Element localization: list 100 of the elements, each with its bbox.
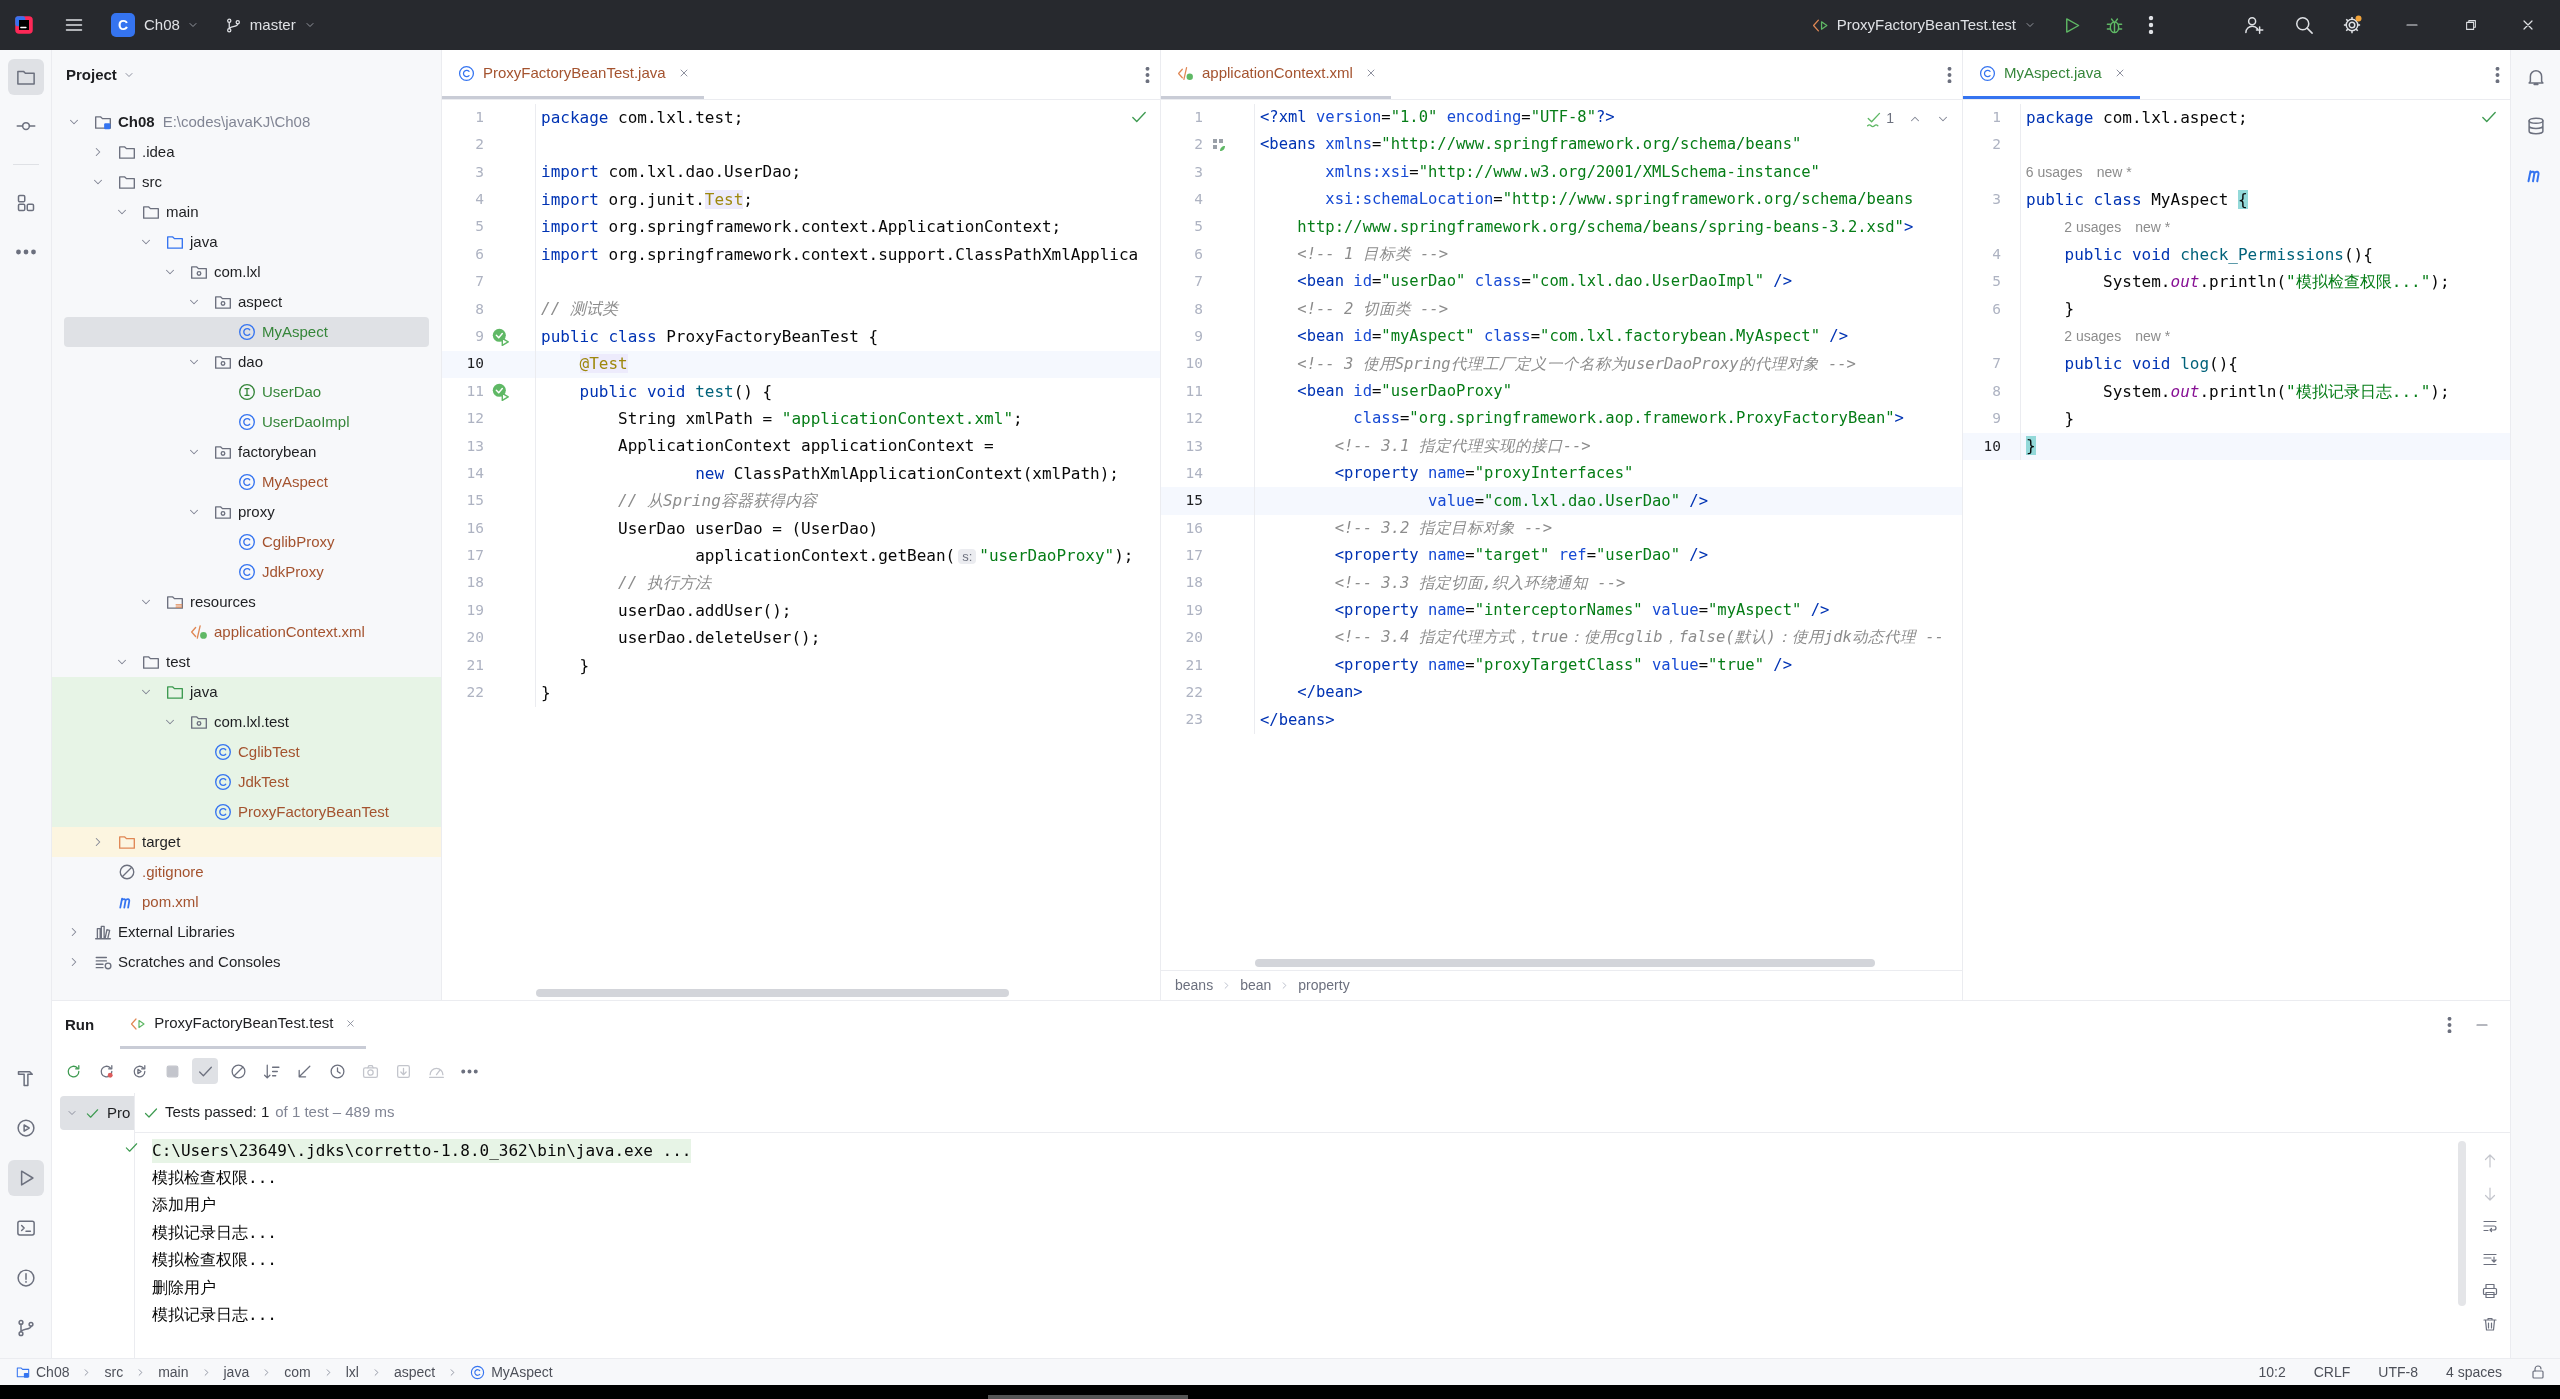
folder-icon xyxy=(142,203,160,221)
more-icon[interactable] xyxy=(2447,1017,2452,1033)
run-configuration-dropdown[interactable]: ProxyFactoryBeanTest.test xyxy=(1811,13,2036,37)
tree-item[interactable]: main xyxy=(52,197,441,227)
run-test-icon[interactable] xyxy=(490,327,510,347)
tree-item[interactable]: test xyxy=(52,647,441,677)
tree-item[interactable]: aspect xyxy=(52,287,441,317)
tree-item[interactable]: JdkTest xyxy=(52,767,441,797)
breadcrumb[interactable]: aspect xyxy=(393,1361,436,1383)
settings-icon[interactable] xyxy=(2342,15,2362,35)
editor-tab[interactable]: MyAspect.java xyxy=(1963,50,2140,99)
horizontal-scrollbar[interactable] xyxy=(536,989,1009,997)
tree-item[interactable]: com.lxl.test xyxy=(52,707,441,737)
breadcrumb[interactable]: MyAspect xyxy=(470,1361,553,1383)
lock-icon[interactable] xyxy=(2530,1364,2546,1380)
code-line: // 测试类 xyxy=(540,298,618,321)
print-icon[interactable] xyxy=(2482,1283,2498,1300)
tree-item[interactable]: factorybean xyxy=(52,437,441,467)
tree-item[interactable]: MyAspect xyxy=(52,467,441,497)
tree-item[interactable]: resources xyxy=(52,587,441,617)
package-icon xyxy=(214,503,232,521)
bean-icon[interactable] xyxy=(1211,137,1227,154)
notifications-icon[interactable] xyxy=(2525,67,2546,87)
tree-item[interactable]: JdkProxy xyxy=(52,557,441,587)
branch-dropdown[interactable]: master xyxy=(224,13,316,37)
line-number: 7 xyxy=(1991,354,2001,374)
code-line: } xyxy=(540,681,551,704)
breadcrumb[interactable]: java xyxy=(223,1361,250,1383)
debug-icon[interactable] xyxy=(2105,15,2124,35)
folder-icon xyxy=(118,173,136,191)
run-test-icon[interactable] xyxy=(490,382,510,402)
line-separator[interactable]: CRLF xyxy=(2313,1361,2351,1383)
code-line: <?xml version="1.0" encoding="UTF-8"?> xyxy=(1259,107,1615,129)
breadcrumb[interactable]: lxl xyxy=(345,1361,359,1383)
tree-item[interactable]: Ch08 E:\codes\javaKJ\Ch08 xyxy=(52,107,441,137)
tree-item[interactable]: pom.xml xyxy=(52,887,441,917)
test-tree-item[interactable]: Pro xyxy=(60,1096,134,1130)
tree-item[interactable]: MyAspect xyxy=(64,317,429,347)
restore-icon[interactable] xyxy=(2464,18,2478,32)
class-icon xyxy=(238,473,256,491)
tree-item[interactable]: applicationContext.xml xyxy=(52,617,441,647)
tree-item[interactable]: CglibTest xyxy=(52,737,441,767)
tree-item[interactable]: java xyxy=(52,677,441,707)
editor-tab[interactable]: ProxyFactoryBeanTest.java xyxy=(442,50,704,99)
tree-item[interactable]: proxy xyxy=(52,497,441,527)
tree-item[interactable]: .idea xyxy=(52,137,441,167)
line-number: 6 xyxy=(1193,244,1203,264)
tree-item[interactable]: ProxyFactoryBeanTest xyxy=(52,797,441,827)
usages-link[interactable]: 2 usages xyxy=(2064,326,2122,348)
show-passed-button[interactable] xyxy=(192,1058,218,1084)
trash-icon[interactable] xyxy=(2482,1315,2498,1332)
soft-wrap-icon[interactable] xyxy=(2482,1218,2498,1235)
tree-item[interactable]: java xyxy=(52,227,441,257)
tab-label: ProxyFactoryBeanTest.java xyxy=(483,62,666,83)
more-icon[interactable] xyxy=(2148,16,2154,34)
tree-item[interactable]: dao xyxy=(52,347,441,377)
usages-link[interactable]: 2 usages xyxy=(2064,216,2122,238)
code-line: import org.springframework.context.ApplicationContext; xyxy=(540,216,1062,239)
tree-item[interactable]: UserDaoImpl xyxy=(52,407,441,437)
project-view-dropdown[interactable]: Project xyxy=(66,63,135,87)
line-number: 3 xyxy=(474,162,484,182)
breadcrumb[interactable]: src xyxy=(104,1361,124,1383)
breadcrumb[interactable]: com xyxy=(284,1361,311,1383)
line-number: 13 xyxy=(465,436,484,456)
more-icon[interactable] xyxy=(2495,66,2500,83)
tree-item[interactable]: CglibProxy xyxy=(52,527,441,557)
breadcrumb[interactable]: main xyxy=(158,1361,189,1383)
tree-item[interactable]: External Libraries xyxy=(52,917,441,947)
search-icon[interactable] xyxy=(2294,15,2314,35)
database-icon[interactable] xyxy=(2525,116,2546,136)
run-tool-button[interactable] xyxy=(7,1160,44,1196)
breadcrumb[interactable]: property xyxy=(1298,975,1350,996)
tree-item[interactable]: target xyxy=(52,827,441,857)
indent-setting[interactable]: 4 spaces xyxy=(2445,1361,2502,1383)
editor-tab[interactable]: applicationContext.xml xyxy=(1161,50,1391,99)
breadcrumb[interactable]: bean xyxy=(1240,975,1272,996)
project-switcher[interactable]: Ch08 xyxy=(144,13,199,37)
horizontal-scrollbar[interactable] xyxy=(1255,959,1875,967)
breadcrumb[interactable]: beans xyxy=(1175,975,1214,996)
tree-item[interactable]: com.lxl xyxy=(52,257,441,287)
line-number: 17 xyxy=(465,546,484,566)
line-number: 16 xyxy=(1184,518,1203,538)
more-icon[interactable] xyxy=(1145,66,1150,83)
line-number: 20 xyxy=(1184,628,1203,648)
project-tool-button[interactable] xyxy=(7,59,44,95)
vertical-scrollbar[interactable] xyxy=(2458,1141,2466,1306)
caret-position[interactable]: 10:2 xyxy=(2258,1361,2286,1383)
usages-link[interactable]: 6 usages xyxy=(2025,161,2083,183)
tree-item[interactable]: UserDao xyxy=(52,377,441,407)
xml-file-icon xyxy=(1177,64,1194,82)
app-logo-icon[interactable] xyxy=(14,15,34,35)
breadcrumb[interactable]: Ch08 xyxy=(16,1361,70,1383)
run-tab[interactable]: ProxyFactoryBeanTest.test xyxy=(120,1001,367,1049)
line-number: 11 xyxy=(1184,381,1203,401)
more-icon[interactable] xyxy=(1947,66,1952,83)
file-encoding[interactable]: UTF-8 xyxy=(2378,1361,2418,1383)
tree-item[interactable]: src xyxy=(52,167,441,197)
add-user-icon[interactable] xyxy=(2244,15,2264,35)
tree-item[interactable]: Scratches and Consoles xyxy=(52,947,441,977)
tree-item[interactable]: .gitignore xyxy=(52,857,441,887)
